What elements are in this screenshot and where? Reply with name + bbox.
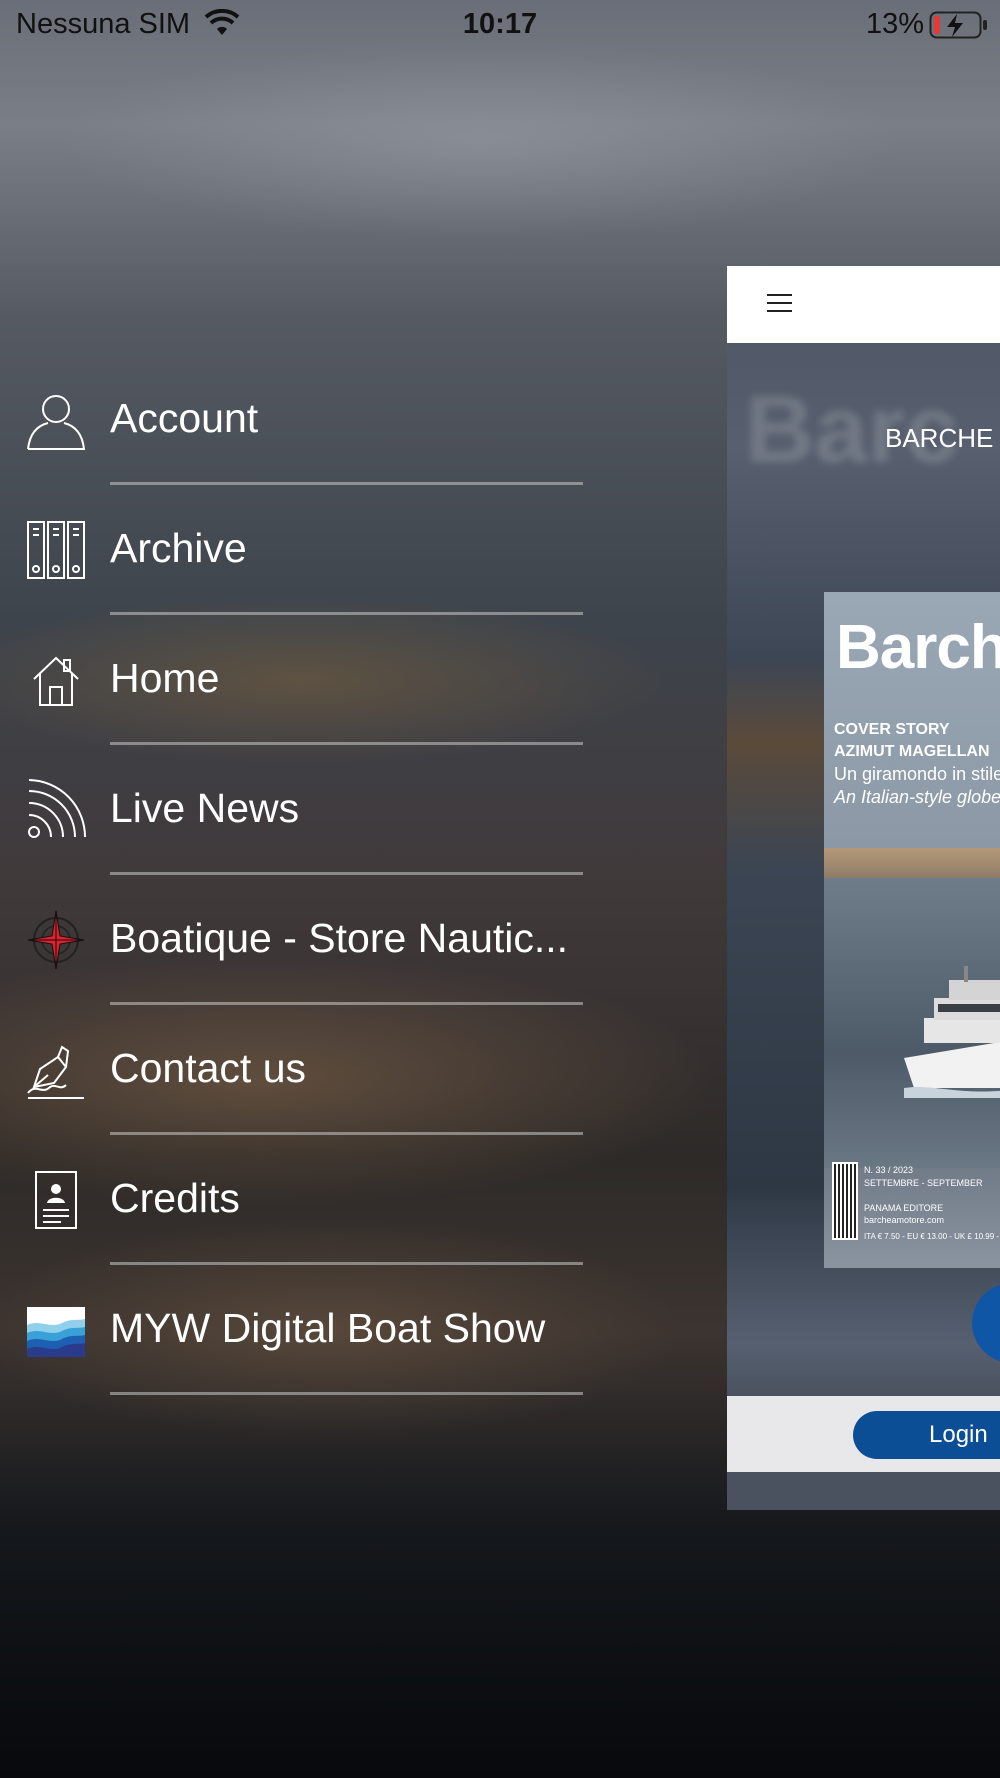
yacht-image (904, 966, 1000, 1098)
barcode (832, 1162, 858, 1240)
cover-story-label: COVER STORY AZIMUT MAGELLAN (834, 721, 990, 760)
magazine-cover[interactable]: Barch COVER STORY AZIMUT MAGELLAN Un gir… (824, 592, 1000, 1268)
price-info: ITA € 7.50 - EU € 13.00 - UK £ 10.99 - C (864, 1232, 1000, 1241)
floating-action-button[interactable] (972, 1283, 1000, 1363)
coastline-image (824, 848, 1000, 878)
menu-item-archive[interactable]: Archive (0, 485, 600, 615)
menu-item-label: Account (110, 395, 259, 441)
menu-item-label: MYW Digital Boat Show (110, 1305, 546, 1351)
id-card-icon (35, 1171, 77, 1229)
side-menu: Account Archive Home Live News Boatique … (0, 355, 600, 1395)
app-header (727, 266, 1000, 343)
clock: 10:17 (462, 8, 538, 40)
battery-percentage: 13% (866, 8, 925, 40)
menu-item-live-news[interactable]: Live News (0, 745, 600, 875)
issue-info: N. 33 / 2023 SETTEMBRE - SEPTEMBER (864, 1165, 983, 1188)
menu-item-label: Boatique - Store Nautic... (110, 915, 569, 961)
house-icon (33, 656, 79, 706)
menu-item-credits[interactable]: Credits (0, 1135, 600, 1265)
menu-item-myw-digital-boat-show[interactable]: MYW Digital Boat Show (0, 1265, 600, 1395)
status-bar: Nessuna SIM 10:17 13% (0, 0, 1000, 52)
battery-charging-icon (929, 11, 987, 39)
cover-subtitle-english: An Italian-style globet (834, 787, 1000, 807)
person-icon (27, 395, 86, 450)
binders-icon (27, 521, 85, 579)
menu-item-home[interactable]: Home (0, 615, 600, 745)
menu-item-account[interactable]: Account (0, 355, 600, 485)
menu-item-label: Home (110, 655, 220, 701)
app-body: Barc BARCHE Barch COVER STORY AZIMUT MAG… (727, 343, 1000, 1396)
menu-item-label: Archive (110, 525, 247, 571)
menu-item-label: Live News (110, 785, 300, 831)
menu-item-label: Contact us (110, 1045, 306, 1091)
menu-divider (110, 1392, 583, 1395)
hamburger-menu-icon[interactable] (767, 294, 792, 312)
cover-subtitle-italian: Un giramondo in stile (834, 764, 1000, 784)
waves-icon (27, 1307, 85, 1357)
bottom-bar: Login (727, 1396, 1000, 1472)
magazine-title: Barch (836, 613, 1000, 682)
section-title: BARCHE (885, 423, 994, 453)
publisher-info: PANAMA EDITORE barcheamotore.com (864, 1203, 945, 1225)
menu-item-label: Credits (110, 1175, 240, 1221)
compass-rose-icon (27, 910, 85, 970)
rss-feed-icon (28, 779, 86, 838)
login-button[interactable]: Login (853, 1411, 1000, 1459)
menu-item-contact-us[interactable]: Contact us (0, 1005, 600, 1135)
menu-item-boatique-store[interactable]: Boatique - Store Nautic... (0, 875, 600, 1005)
main-content-preview[interactable]: Barc BARCHE Barch COVER STORY AZIMUT MAG… (727, 266, 1000, 1510)
pen-signature-icon (27, 1045, 84, 1099)
